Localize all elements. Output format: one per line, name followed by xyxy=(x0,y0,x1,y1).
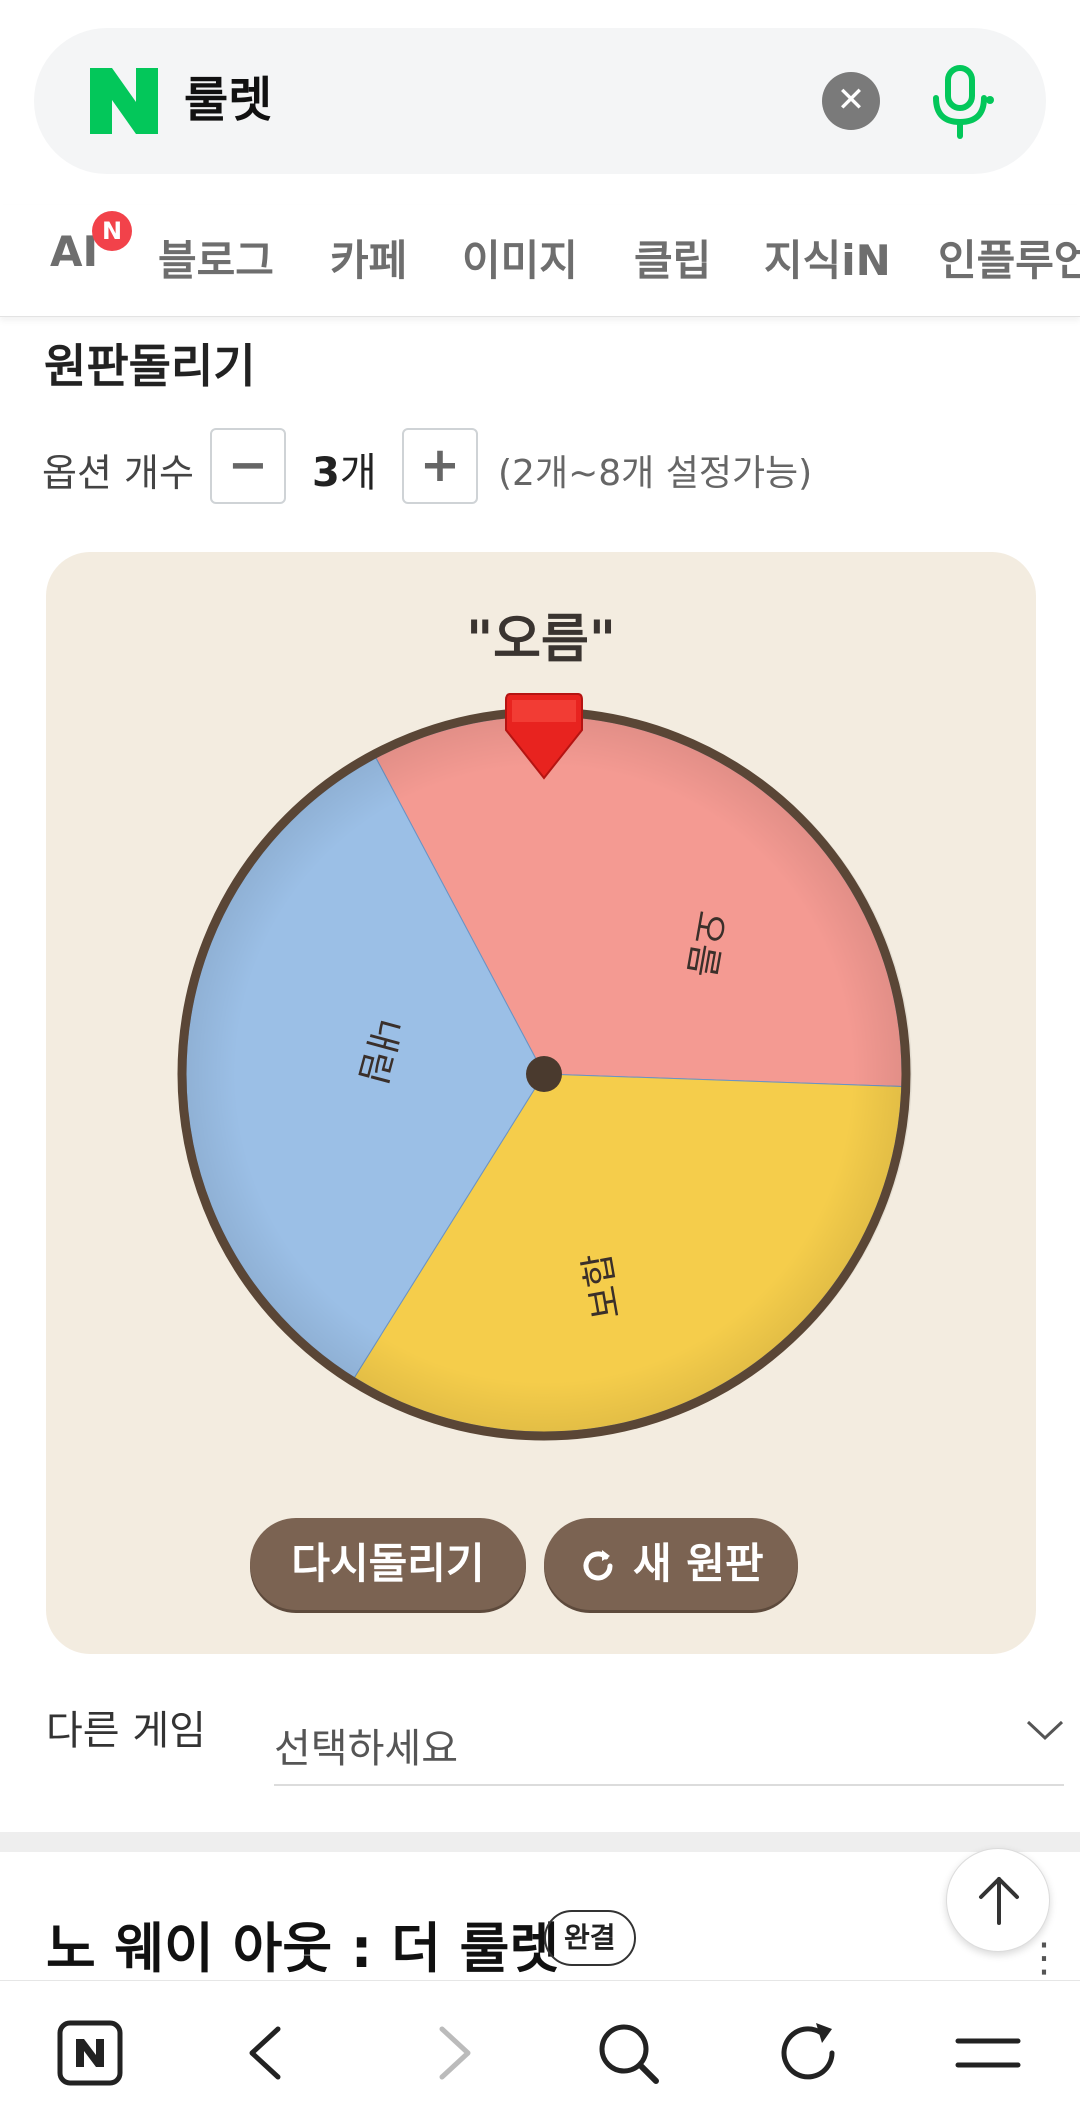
wheel-hub xyxy=(526,1056,562,1092)
scroll-top-button[interactable] xyxy=(946,1848,1050,1952)
other-game-select[interactable]: 선택하세요 xyxy=(274,1700,1064,1786)
section-divider xyxy=(0,1832,1080,1852)
page-title: 원판돌리기 xyxy=(44,339,256,393)
search-tabs: AI N 블로그 카페 이미지 클립 지식iN 인플루언 xyxy=(0,205,1080,317)
tab-cafe[interactable]: 카페 xyxy=(330,227,407,288)
result-item-title[interactable]: 노 웨이 아웃 : 더 룰렛 xyxy=(46,1904,559,1983)
chevron-down-icon xyxy=(1026,1720,1064,1741)
option-count-value: 3개 xyxy=(312,440,377,498)
count-number: 3 xyxy=(312,450,340,496)
roulette-result: "오름" xyxy=(466,610,616,670)
option-count-row: 옵션 개수 − 3개 + (2개~8개 설정가능) xyxy=(42,428,1042,504)
option-count-label: 옵션 개수 xyxy=(42,451,194,495)
microphone-icon[interactable] xyxy=(924,64,996,140)
refresh-icon xyxy=(583,1550,613,1581)
search-input[interactable]: 룰렛 xyxy=(184,70,272,130)
tab-influencer[interactable]: 인플루언 xyxy=(938,227,1080,288)
tab-clip[interactable]: 클립 xyxy=(634,227,711,288)
search-bar[interactable]: 룰렛 ✕ xyxy=(34,28,1046,174)
tab-label: AI xyxy=(50,227,99,276)
close-icon[interactable]: ✕ xyxy=(822,72,880,130)
other-game-label: 다른 게임 xyxy=(46,1708,206,1754)
decrease-button[interactable]: − xyxy=(210,428,286,504)
arrow-up-icon xyxy=(979,1877,1019,1925)
select-value: 선택하세요 xyxy=(274,1726,458,1772)
roulette-card: "오름" 오름 보합 내림 다시돌리기 새 원판 xyxy=(46,552,1036,1654)
roulette-wheel[interactable]: 오름 보합 내림 xyxy=(172,692,912,1452)
new-wheel-button[interactable]: 새 원판 xyxy=(544,1518,798,1610)
count-unit: 개 xyxy=(339,450,377,496)
new-wheel-label: 새 원판 xyxy=(633,1539,764,1588)
status-badge: 완결 xyxy=(544,1910,636,1966)
spin-again-button[interactable]: 다시돌리기 xyxy=(250,1518,526,1610)
menu-icon[interactable] xyxy=(950,2015,1026,2091)
tab-blog[interactable]: 블로그 xyxy=(158,227,274,288)
refresh-icon[interactable] xyxy=(770,2015,846,2091)
increase-button[interactable]: + xyxy=(402,428,478,504)
back-icon[interactable] xyxy=(230,2015,306,2091)
bottom-navigation xyxy=(0,1980,1080,2120)
page: 룰렛 ✕ AI N 블로그 카페 이미지 클립 지식iN 인플루언 원판돌리기 … xyxy=(0,0,1080,2120)
naver-n-icon[interactable] xyxy=(90,68,158,134)
search-icon[interactable] xyxy=(590,2015,666,2091)
option-range-hint: (2개~8개 설정가능) xyxy=(498,453,813,494)
tab-image[interactable]: 이미지 xyxy=(462,227,578,288)
tab-kin[interactable]: 지식iN xyxy=(764,227,891,288)
new-badge: N xyxy=(92,211,132,251)
naver-home-icon[interactable] xyxy=(52,2015,128,2091)
tab-ai[interactable]: AI xyxy=(50,227,98,276)
forward-icon[interactable] xyxy=(414,2015,490,2091)
